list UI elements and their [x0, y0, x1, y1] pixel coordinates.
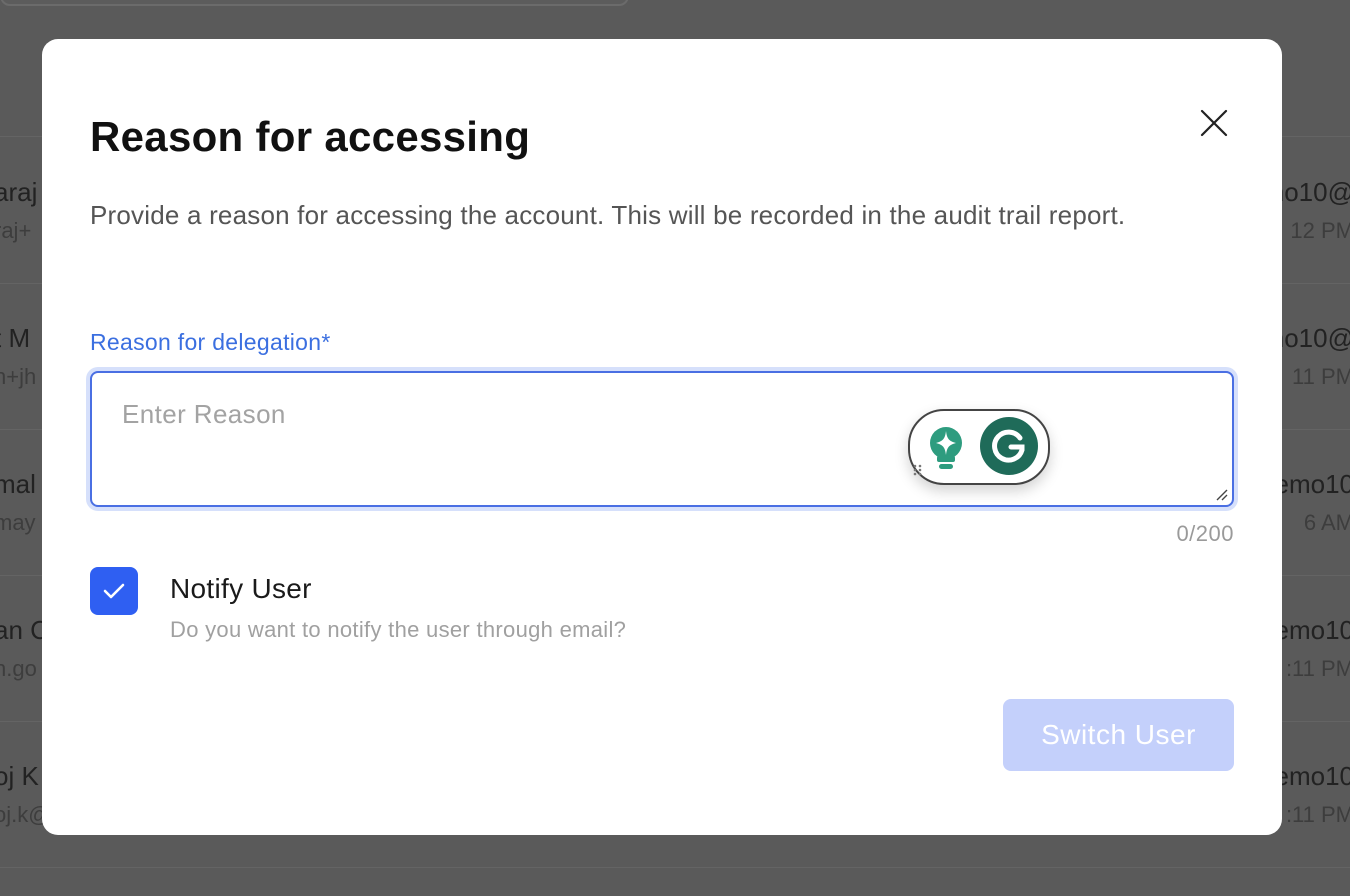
checkmark-icon: [103, 583, 125, 599]
notify-user-description: Do you want to notify the user through e…: [170, 617, 627, 642]
close-button[interactable]: [1192, 101, 1236, 145]
background-search-bar: [0, 0, 629, 6]
character-counter: 0/200: [1176, 521, 1234, 546]
row-time: :11 PM: [1285, 656, 1350, 681]
dialog-description: Provide a reason for accessing the accou…: [90, 200, 1126, 230]
resize-handle-icon[interactable]: [1214, 487, 1228, 501]
reason-field-label: Reason for delegation*: [90, 329, 331, 355]
row-name: araj: [0, 177, 38, 207]
row-name: t M: [0, 323, 31, 353]
row-account: emo10: [1274, 469, 1350, 499]
grammarly-logo-icon[interactable]: [980, 417, 1038, 475]
row-email: n+jh: [0, 364, 37, 389]
notify-user-label: Notify User: [170, 573, 312, 604]
reason-textarea-container: [90, 371, 1234, 507]
dialog-title: Reason for accessing: [90, 113, 531, 160]
row-time: :11 PM: [1285, 802, 1350, 827]
grammarly-widget[interactable]: [908, 409, 1050, 485]
close-icon: [1200, 109, 1228, 137]
row-email: raj+: [0, 218, 32, 243]
reason-dialog: Reason for accessing Provide a reason fo…: [42, 39, 1282, 835]
reason-textarea[interactable]: [92, 373, 1232, 505]
row-account: emo10: [1274, 761, 1350, 791]
drag-grip-icon[interactable]: [912, 463, 924, 477]
row-account: emo10: [1274, 615, 1350, 645]
notify-user-checkbox[interactable]: [90, 567, 138, 615]
row-time: 6 AM: [1303, 510, 1350, 535]
row-name: mal: [0, 469, 36, 499]
lightbulb-sparkle-icon[interactable]: [924, 425, 968, 471]
row-email: may: [0, 510, 36, 535]
switch-user-button[interactable]: Switch User: [1003, 699, 1234, 771]
